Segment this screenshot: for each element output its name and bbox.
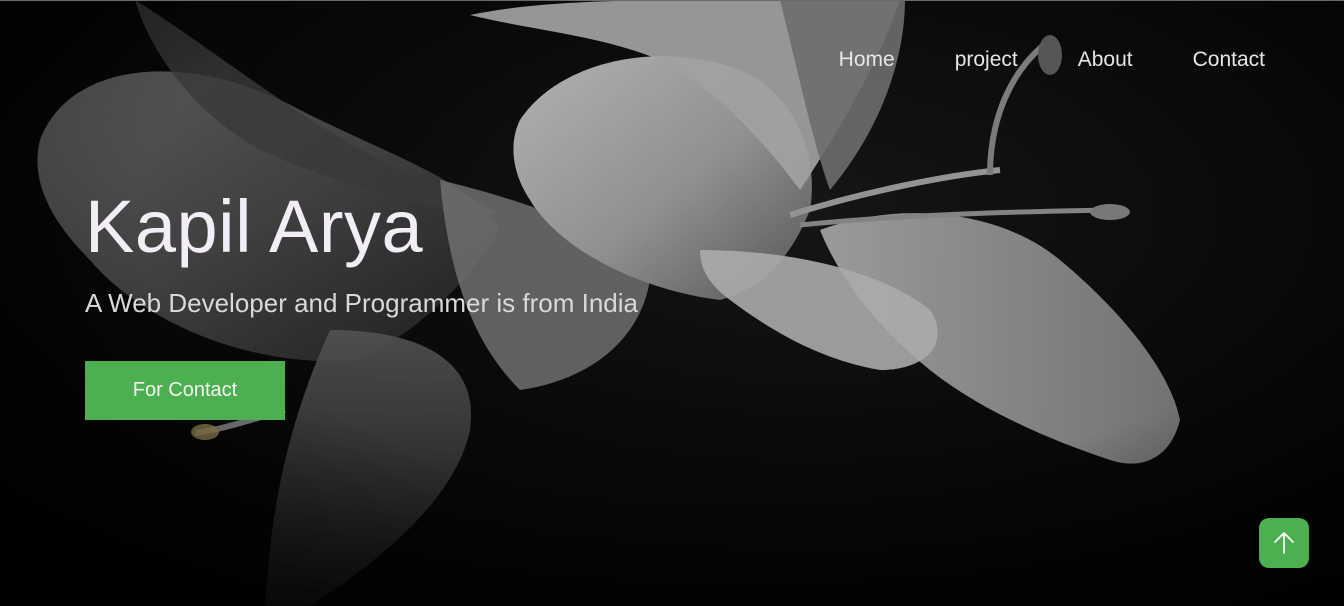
hero-subtitle: A Web Developer and Programmer is from I…: [85, 288, 638, 318]
scroll-to-top-button[interactable]: [1259, 518, 1309, 568]
contact-button[interactable]: For Contact: [85, 361, 285, 420]
hero-section: Home project About Contact Kapil Arya A …: [0, 0, 1344, 606]
arrow-up-icon: [1274, 532, 1294, 554]
nav-contact-link[interactable]: Contact: [1163, 47, 1265, 73]
nav-about-link[interactable]: About: [1048, 47, 1163, 73]
nav-home-link[interactable]: Home: [809, 47, 925, 73]
top-border: [0, 0, 1344, 1]
hero-title: Kapil Arya: [85, 185, 424, 268]
main-nav: Home project About Contact: [809, 47, 1265, 73]
nav-project-link[interactable]: project: [925, 47, 1048, 73]
